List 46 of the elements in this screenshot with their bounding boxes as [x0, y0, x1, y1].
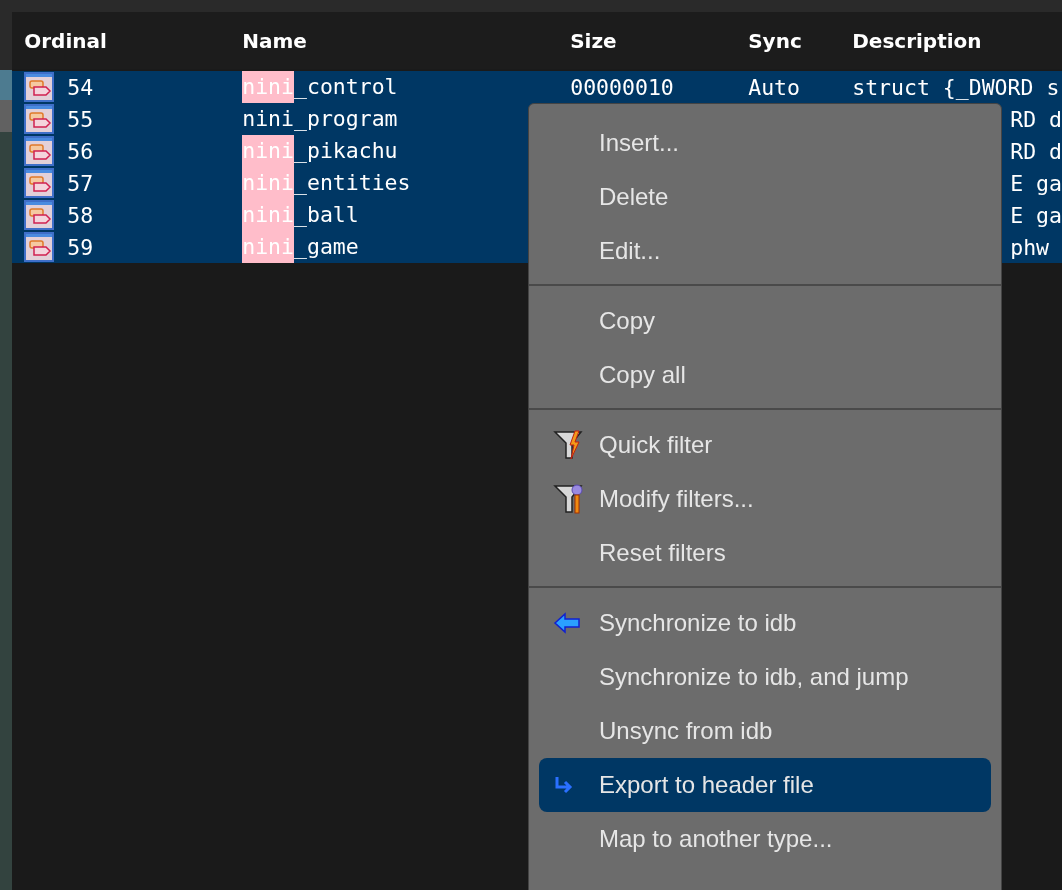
- menu-item[interactable]: Unsync from idb: [539, 704, 991, 758]
- menu-item[interactable]: Copy: [539, 294, 991, 348]
- description-cell: E ga: [1010, 202, 1062, 228]
- side-panel: [0, 0, 13, 70]
- side-panel-tab[interactable]: [0, 70, 13, 100]
- description-cell: phw: [1010, 234, 1050, 260]
- column-header[interactable]: Name: [242, 28, 571, 53]
- structure-icon: [24, 72, 55, 102]
- structure-icon: [24, 200, 55, 230]
- description-cell: E ga: [1010, 170, 1062, 196]
- structure-icon: [24, 168, 55, 198]
- column-header[interactable]: Ordinal: [12, 28, 243, 53]
- column-header[interactable]: Sync: [748, 28, 853, 53]
- menu-item[interactable]: Copy all: [539, 348, 991, 402]
- arrow-left-icon: [553, 612, 581, 634]
- size-cell-text: 00000010: [570, 74, 675, 100]
- menu-item[interactable]: Map to another type...: [539, 812, 991, 866]
- structure-icon: [24, 104, 55, 134]
- menu-item[interactable]: Reset filters: [539, 526, 991, 580]
- menu-item[interactable]: Synchronize to idb, and jump: [539, 650, 991, 704]
- description-cell: RD d: [1010, 106, 1062, 132]
- menu-item[interactable]: Edit...: [539, 224, 991, 278]
- menu-item[interactable]: Quick filter: [539, 418, 991, 472]
- description-cell-text: struct {_DWORD s: [852, 74, 1061, 100]
- ordinal-cell: 54: [67, 74, 94, 100]
- ordinal-cell: 55: [67, 106, 94, 132]
- column-header[interactable]: Description: [852, 28, 1062, 53]
- sync-cell-text: Auto: [748, 74, 801, 100]
- menu-item[interactable]: Modify filters...: [539, 472, 991, 526]
- ordinal-cell: 56: [67, 138, 94, 164]
- menu-item[interactable]: Insert...: [539, 116, 991, 170]
- funnel-icon: [553, 483, 583, 515]
- name-cell: nini_control: [242, 71, 571, 103]
- name-cell-text: nini_program: [242, 105, 399, 133]
- column-header[interactable]: Size: [570, 28, 749, 53]
- funnel-icon: [553, 429, 583, 461]
- ordinal-cell: 59: [67, 234, 94, 260]
- side-panel-tab[interactable]: [0, 100, 13, 132]
- ordinal-cell: 58: [67, 202, 94, 228]
- description-cell: RD d: [1010, 138, 1062, 164]
- menu-item[interactable]: Delete: [539, 170, 991, 224]
- structure-icon: [24, 232, 55, 262]
- menu-item[interactable]: Export to header file: [539, 758, 991, 812]
- menu-item[interactable]: Synchronize to idb: [539, 596, 991, 650]
- structure-icon: [24, 136, 55, 166]
- ordinal-cell: 57: [67, 170, 94, 196]
